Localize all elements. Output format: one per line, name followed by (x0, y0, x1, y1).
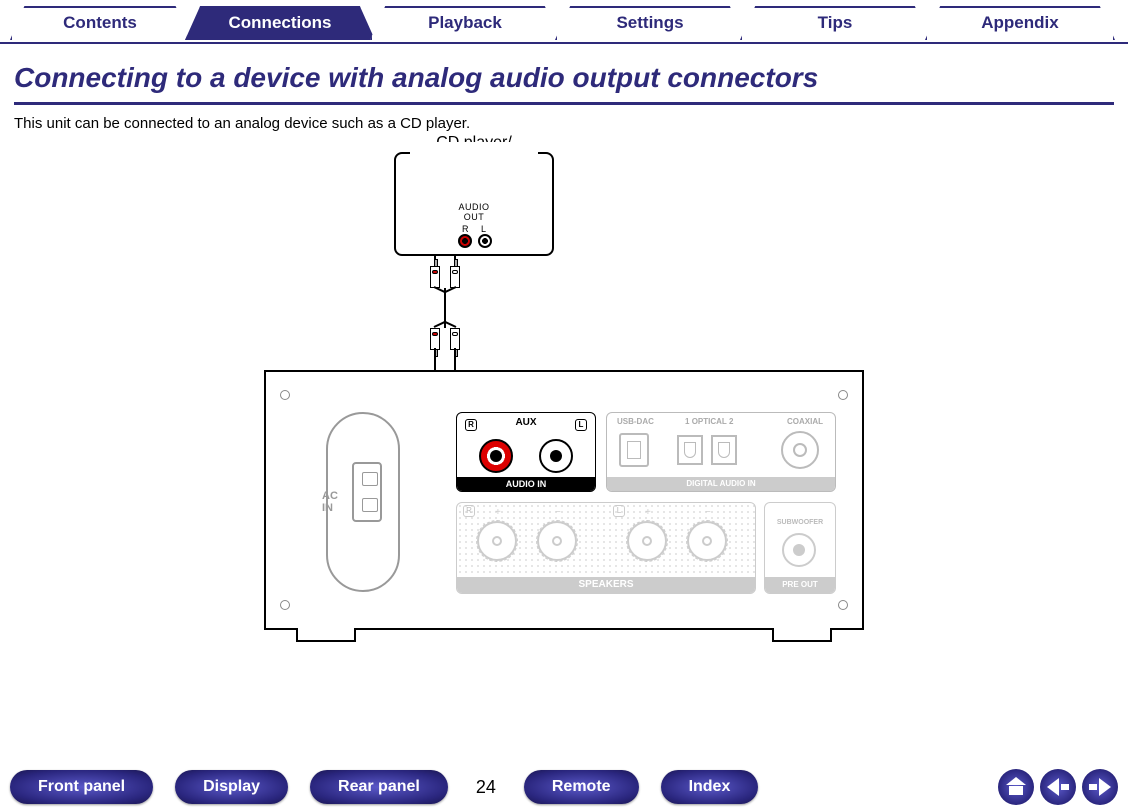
aux-rca-r (479, 439, 513, 473)
amp-foot-icon (296, 628, 356, 642)
binding-post-icon (627, 521, 667, 561)
tab-connections[interactable]: Connections (185, 6, 375, 40)
aux-audio-in-plate: R AUX L AUDIO IN (456, 412, 596, 492)
prev-page-button[interactable] (1040, 769, 1076, 805)
source-jack-r (458, 234, 472, 248)
front-panel-button[interactable]: Front panel (10, 770, 153, 804)
top-tab-bar: Contents Connections Playback Settings T… (0, 0, 1128, 44)
connection-diagram: CD player/ Analog device AUDIO OUT R L A… (0, 140, 1128, 700)
next-page-button[interactable] (1082, 769, 1118, 805)
speaker-l-label: L (613, 505, 625, 517)
usb-dac-label: USB-DAC (617, 417, 654, 426)
digital-audio-in-label: DIGITAL AUDIO IN (607, 477, 835, 491)
source-device-box: AUDIO OUT R L (394, 152, 554, 256)
audio-in-label: AUDIO IN (457, 477, 595, 491)
remote-button[interactable]: Remote (524, 770, 639, 804)
rear-panel-button[interactable]: Rear panel (310, 770, 448, 804)
aux-rca-l (539, 439, 573, 473)
optical-port-1-icon (677, 435, 703, 465)
ac-in-label: AC IN (322, 490, 338, 514)
tab-contents[interactable]: Contents (10, 6, 190, 40)
home-button[interactable] (998, 769, 1034, 805)
source-jack-l (478, 234, 492, 248)
amplifier-rear-panel: AC IN R AUX L AUDIO IN USB-DAC 1 OPTICAL… (264, 370, 864, 630)
bottom-nav-bar: Front panel Display Rear panel 24 Remote… (0, 762, 1128, 812)
speakers-plate: R +− L +− SPEAKERS (456, 502, 756, 594)
arrow-left-icon (1047, 778, 1059, 796)
aux-l-label: L (575, 419, 587, 431)
tab-appendix[interactable]: Appendix (925, 6, 1115, 40)
tab-settings[interactable]: Settings (555, 6, 745, 40)
optical-label: 1 OPTICAL 2 (685, 417, 733, 426)
index-button[interactable]: Index (661, 770, 759, 804)
amp-foot-icon (772, 628, 832, 642)
speakers-label: SPEAKERS (457, 577, 755, 593)
digital-audio-in-plate: USB-DAC 1 OPTICAL 2 COAXIAL DIGITAL AUDI… (606, 412, 836, 492)
rl-label: R L (396, 224, 552, 234)
tab-playback[interactable]: Playback (370, 6, 560, 40)
subwoofer-preout-plate: SUBWOOFER PRE OUT (764, 502, 836, 594)
rca-plug-white-bottom (450, 328, 460, 350)
home-icon (1007, 779, 1025, 795)
speaker-r-label: R (463, 505, 475, 517)
usb-dac-port-icon (619, 433, 649, 467)
display-button[interactable]: Display (175, 770, 288, 804)
subwoofer-label: SUBWOOFER (765, 519, 835, 526)
tab-tips[interactable]: Tips (740, 6, 930, 40)
binding-post-icon (537, 521, 577, 561)
coaxial-label: COAXIAL (787, 417, 823, 426)
title-rule (14, 102, 1114, 105)
rca-plug-red-bottom (430, 328, 440, 350)
coaxial-port-icon (781, 431, 819, 469)
binding-post-icon (687, 521, 727, 561)
ac-inlet-icon (352, 462, 382, 522)
rca-plug-red-top (430, 266, 440, 288)
binding-post-icon (477, 521, 517, 561)
optical-port-2-icon (711, 435, 737, 465)
page-title: Connecting to a device with analog audio… (0, 44, 1128, 98)
subwoofer-rca-icon (782, 533, 816, 567)
arrow-right-icon (1099, 778, 1111, 796)
pre-out-label: PRE OUT (765, 577, 835, 593)
rca-plug-white-top (450, 266, 460, 288)
audio-out-label: AUDIO OUT (396, 202, 552, 222)
page-number: 24 (470, 777, 502, 798)
